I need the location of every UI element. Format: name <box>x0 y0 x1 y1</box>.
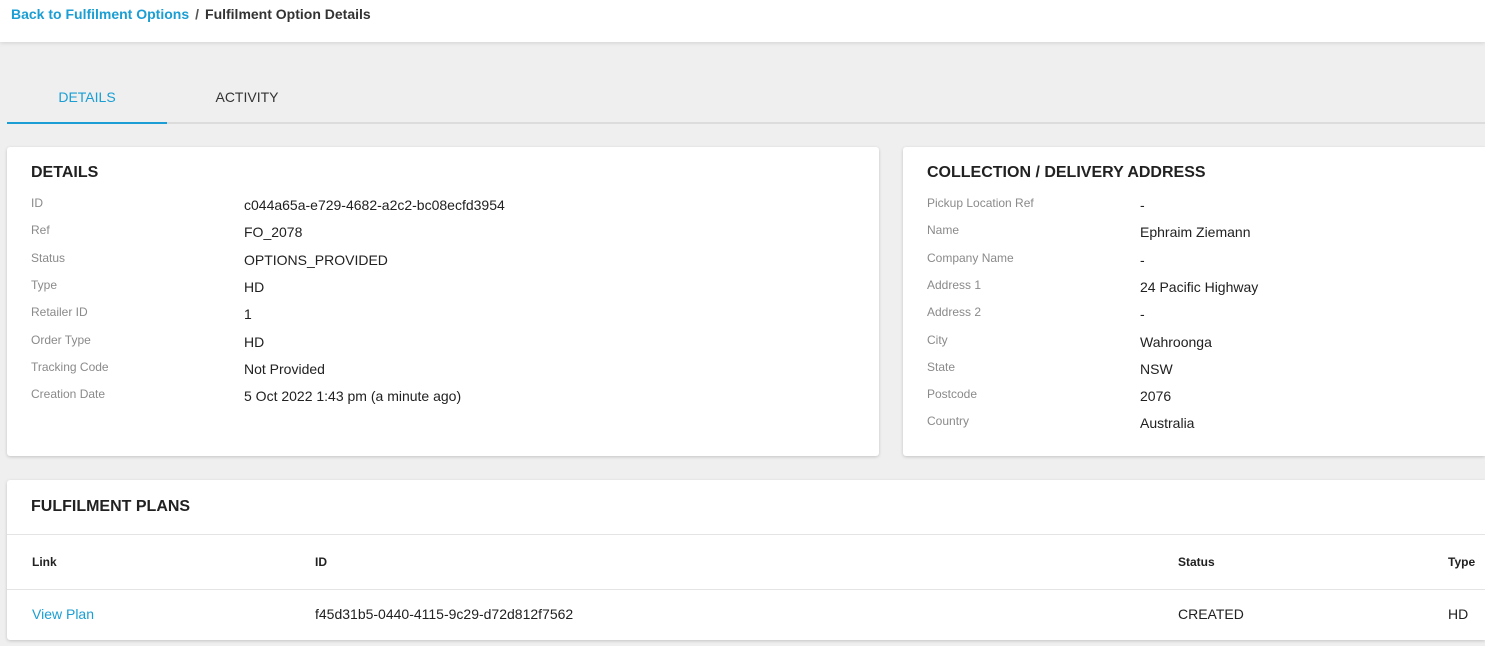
address-value-country: Australia <box>1140 415 1195 431</box>
details-value-status: OPTIONS_PROVIDED <box>244 252 388 268</box>
details-label-tracking-code: Tracking Code <box>31 360 109 374</box>
address-label-address-2: Address 2 <box>927 305 982 319</box>
address-card-title: COLLECTION / DELIVERY ADDRESS <box>927 164 1206 181</box>
address-value-company-name: - <box>1140 252 1145 268</box>
address-label-name: Name <box>927 223 960 237</box>
details-label-id: ID <box>31 196 43 210</box>
details-label-ref: Ref <box>31 223 50 237</box>
details-value-creation-date: 5 Oct 2022 1:43 pm (a minute ago) <box>244 388 462 404</box>
tab-bar: DETAILS ACTIVITY <box>7 72 1485 124</box>
address-value-postcode: 2076 <box>1140 388 1172 404</box>
address-value-name: Ephraim Ziemann <box>1140 224 1251 240</box>
address-label-company-name: Company Name <box>927 251 1014 265</box>
view-plan-link[interactable]: View Plan <box>32 606 94 622</box>
top-bar: Back to Fulfilment Options / Fulfilment Op… <box>0 0 1485 42</box>
address-value-address-2: - <box>1140 306 1145 322</box>
column-header-type: Type <box>1448 555 1476 569</box>
address-value-city: Wahroonga <box>1140 334 1212 350</box>
details-value-ref: FO_2078 <box>244 224 303 240</box>
plan-status: CREATED <box>1178 606 1244 622</box>
address-value-address-1: 24 Pacific Highway <box>1140 279 1259 295</box>
plans-table-header: Link ID Status Type <box>7 534 1485 590</box>
details-card-title: DETAILS <box>31 164 99 181</box>
plan-id: f45d31b5-0440-4115-9c29-d72d812f7562 <box>315 606 574 622</box>
breadcrumb: Back to Fulfilment Options / Fulfilment Op… <box>11 6 371 22</box>
breadcrumb-current: Fulfilment Option Details <box>205 6 371 22</box>
details-label-creation-date: Creation Date <box>31 387 106 401</box>
fulfilment-plans-card: FULFILMENT PLANS Link ID Status Type Vie… <box>7 480 1485 640</box>
address-label-city: City <box>927 333 948 347</box>
column-header-id: ID <box>315 555 327 569</box>
tab-activity[interactable]: ACTIVITY <box>167 72 327 122</box>
column-header-status: Status <box>1178 555 1215 569</box>
details-value-type: HD <box>244 279 265 295</box>
address-label-postcode: Postcode <box>927 387 978 401</box>
back-to-fulfilment-options-link[interactable]: Back to Fulfilment Options <box>11 6 189 22</box>
details-label-status: Status <box>31 251 66 265</box>
details-value-tracking-code: Not Provided <box>244 361 325 377</box>
column-header-link: Link <box>32 555 57 569</box>
address-label-country: Country <box>927 414 970 428</box>
details-label-retailer-id: Retailer ID <box>31 305 88 319</box>
details-card: DETAILS ID c044a65a-e729-4682-a2c2-bc08e… <box>7 147 879 456</box>
address-label-pickup-location-ref: Pickup Location Ref <box>927 196 1034 210</box>
breadcrumb-separator: / <box>195 6 200 22</box>
address-value-pickup-location-ref: - <box>1140 197 1145 213</box>
address-card: COLLECTION / DELIVERY ADDRESS Pickup Loc… <box>903 147 1485 456</box>
tab-details[interactable]: DETAILS <box>7 72 167 124</box>
fulfilment-plans-title: FULFILMENT PLANS <box>31 498 191 515</box>
address-label-state: State <box>927 360 956 374</box>
details-value-order-type: HD <box>244 334 265 350</box>
details-value-retailer-id: 1 <box>244 306 252 322</box>
plan-type: HD <box>1448 606 1469 622</box>
details-label-type: Type <box>31 278 58 292</box>
address-label-address-1: Address 1 <box>927 278 982 292</box>
details-value-id: c044a65a-e729-4682-a2c2-bc08ecfd3954 <box>244 197 505 213</box>
details-label-order-type: Order Type <box>31 333 91 347</box>
address-value-state: NSW <box>1140 361 1173 377</box>
